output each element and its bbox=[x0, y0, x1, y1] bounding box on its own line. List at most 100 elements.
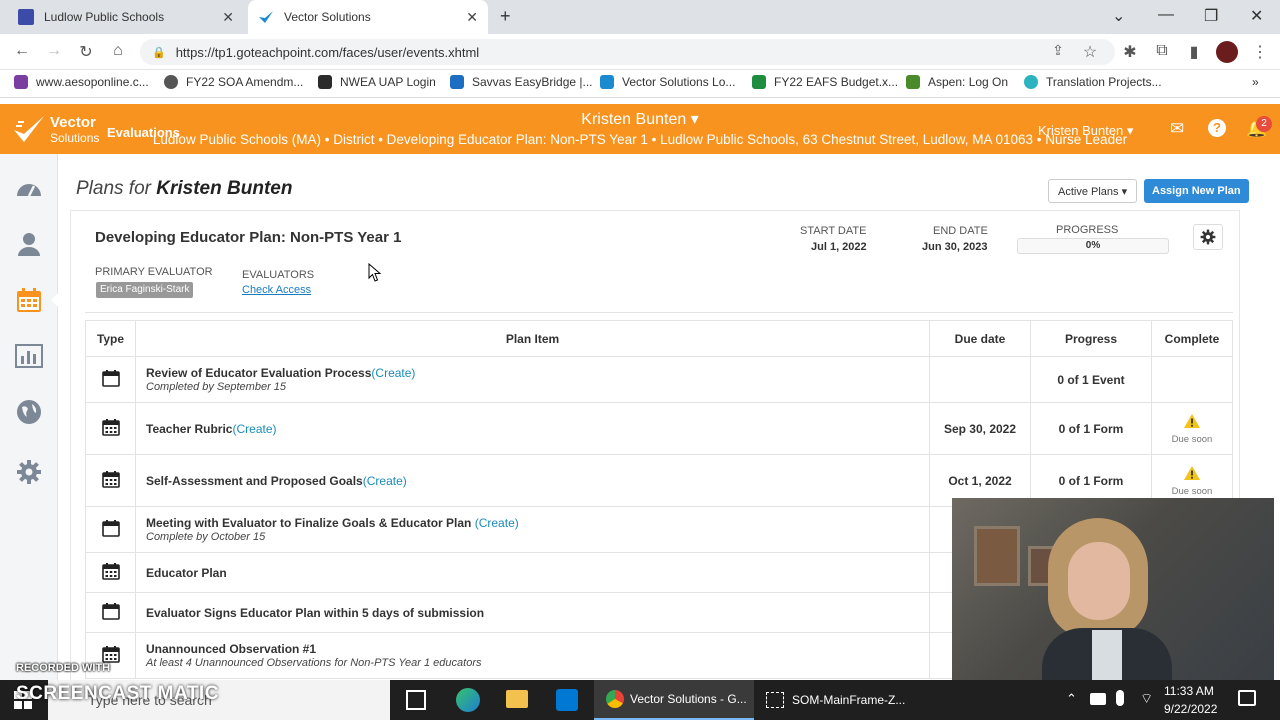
taskbar-date[interactable]: 9/22/2022 bbox=[1164, 702, 1217, 716]
bookmark-item[interactable]: Translation Projects... bbox=[1024, 75, 1162, 89]
file-explorer-icon[interactable] bbox=[506, 690, 528, 708]
chrome-icon bbox=[606, 690, 624, 708]
mail-icon[interactable]: ✉ bbox=[1170, 119, 1184, 139]
window-close-icon[interactable]: ✕ bbox=[1250, 6, 1263, 26]
forward-icon[interactable]: → bbox=[44, 42, 64, 60]
taskbar-app-mainframe[interactable]: SOM-MainFrame-Z... bbox=[756, 680, 916, 720]
new-tab-button[interactable]: + bbox=[500, 6, 511, 27]
browser-toolbar: ← → ↻ ⌂ 🔒 https://tp1.goteachpoint.com/f… bbox=[0, 34, 1280, 70]
side-panel-icon[interactable]: ▮ bbox=[1184, 42, 1204, 62]
column-header-complete[interactable]: Complete bbox=[1151, 320, 1233, 357]
row-plan-item-cell: Evaluator Signs Educator Plan within 5 d… bbox=[135, 592, 930, 633]
bookmark-label: Aspen: Log On bbox=[928, 75, 1009, 89]
sidebar bbox=[0, 154, 59, 684]
bar-chart-icon bbox=[15, 344, 43, 368]
bookmark-item[interactable]: Vector Solutions Lo... bbox=[600, 75, 735, 89]
sidebar-item-reports[interactable] bbox=[0, 328, 58, 384]
edge-icon[interactable] bbox=[456, 688, 480, 712]
bookmarks-overflow[interactable]: » bbox=[1252, 75, 1259, 89]
active-plans-dropdown[interactable]: Active Plans ▾ bbox=[1048, 179, 1138, 203]
create-link[interactable]: (Create) bbox=[232, 422, 276, 436]
sidebar-item-dashboard[interactable] bbox=[0, 160, 58, 216]
mouse-cursor-icon bbox=[368, 263, 382, 282]
page-title-user: Kristen Bunten bbox=[156, 178, 293, 199]
table-row[interactable]: Teacher Rubric(Create) Sep 30, 2022 0 of… bbox=[85, 402, 1233, 455]
aspen-icon bbox=[906, 75, 920, 89]
row-type-cell bbox=[85, 592, 136, 633]
plan-item-name[interactable]: Educator Plan bbox=[146, 566, 227, 580]
start-date-value: Jul 1, 2022 bbox=[811, 241, 867, 253]
tab-vector-solutions[interactable]: Vector Solutions ✕ bbox=[248, 0, 488, 34]
row-plan-item-cell: Review of Educator Evaluation Process(Cr… bbox=[135, 356, 930, 403]
primary-evaluator-label: PRIMARY EVALUATOR bbox=[95, 266, 213, 278]
bookmark-item[interactable]: www.aesoponline.c... bbox=[14, 75, 149, 89]
taskbar-app-chrome[interactable]: Vector Solutions - G... bbox=[594, 680, 754, 720]
restore-icon[interactable]: ❐ bbox=[1204, 6, 1218, 26]
plan-item-name[interactable]: Unannounced Observation #1 bbox=[146, 642, 316, 656]
plan-item-name[interactable]: Self-Assessment and Proposed Goals bbox=[146, 474, 363, 488]
assign-new-plan-button[interactable]: Assign New Plan bbox=[1144, 179, 1249, 203]
bookmark-star-icon[interactable]: ☆ bbox=[1080, 42, 1100, 62]
form-calendar-icon bbox=[101, 471, 120, 488]
create-link[interactable]: (Create) bbox=[471, 516, 519, 530]
address-bar[interactable]: 🔒 https://tp1.goteachpoint.com/faces/use… bbox=[140, 39, 1115, 65]
menu-icon[interactable]: ⋮ bbox=[1250, 42, 1270, 62]
reload-icon[interactable]: ↻ bbox=[76, 42, 96, 62]
battery-icon[interactable] bbox=[1090, 693, 1106, 705]
home-icon[interactable]: ⌂ bbox=[108, 42, 128, 60]
end-date-value: Jun 30, 2023 bbox=[922, 241, 988, 253]
translation-icon bbox=[1024, 75, 1038, 89]
plan-name: Developing Educator Plan: Non-PTS Year 1 bbox=[95, 229, 402, 246]
bookmark-item[interactable]: FY22 EAFS Budget.x... bbox=[752, 75, 898, 89]
row-progress: 0 of 1 Form bbox=[1030, 402, 1152, 455]
sidebar-item-profile[interactable] bbox=[0, 216, 58, 272]
puzzle-icon[interactable]: ⧉ bbox=[1152, 42, 1172, 60]
notification-badge: 2 bbox=[1256, 116, 1272, 132]
sidebar-item-calendar[interactable] bbox=[0, 272, 59, 328]
profile-avatar[interactable] bbox=[1216, 41, 1238, 63]
table-row[interactable]: Review of Educator Evaluation Process(Cr… bbox=[85, 356, 1233, 403]
sidebar-item-globe[interactable] bbox=[0, 384, 58, 440]
tab-search-icon[interactable]: ⌄ bbox=[1112, 6, 1125, 26]
bookmark-item[interactable]: FY22 SOA Amendm... bbox=[164, 75, 303, 89]
tray-chevron-icon[interactable]: ⌃ bbox=[1066, 691, 1077, 707]
back-icon[interactable]: ← bbox=[12, 42, 32, 60]
help-icon[interactable]: ? bbox=[1208, 119, 1226, 137]
column-header-progress[interactable]: Progress bbox=[1030, 320, 1152, 357]
task-view-icon[interactable] bbox=[406, 690, 426, 710]
bookmark-item[interactable]: Aspen: Log On bbox=[906, 75, 1008, 89]
gear-icon bbox=[17, 460, 41, 484]
plan-item-name[interactable]: Meeting with Evaluator to Finalize Goals… bbox=[146, 516, 471, 530]
sidebar-item-settings[interactable] bbox=[0, 444, 58, 500]
lock-icon: 🔒 bbox=[152, 46, 166, 59]
share-icon[interactable]: ⇪ bbox=[1048, 42, 1068, 59]
row-due-date bbox=[929, 356, 1031, 403]
plan-item-name[interactable]: Review of Educator Evaluation Process bbox=[146, 366, 371, 380]
plan-item-name[interactable]: Evaluator Signs Educator Plan within 5 d… bbox=[146, 606, 484, 620]
wall-frame bbox=[974, 526, 1020, 586]
column-header-type[interactable]: Type bbox=[85, 320, 136, 357]
plan-settings-button[interactable] bbox=[1193, 224, 1223, 250]
wifi-icon[interactable]: ⌔ bbox=[1140, 690, 1153, 708]
check-access-link[interactable]: Check Access bbox=[242, 284, 311, 296]
taskbar-time[interactable]: 11:33 AM bbox=[1164, 684, 1214, 698]
minimize-icon[interactable]: — bbox=[1158, 6, 1174, 24]
snipping-icon bbox=[766, 692, 784, 708]
bookmark-item[interactable]: Savvas EasyBridge |... bbox=[450, 75, 593, 89]
nwea-icon bbox=[318, 75, 332, 89]
close-tab-icon[interactable]: ✕ bbox=[466, 9, 478, 26]
store-icon[interactable] bbox=[556, 689, 578, 711]
create-link[interactable]: (Create) bbox=[363, 474, 407, 488]
column-header-due-date[interactable]: Due date bbox=[929, 320, 1031, 357]
extension-icon[interactable]: ✱ bbox=[1120, 42, 1140, 62]
microphone-icon[interactable] bbox=[1116, 690, 1124, 706]
tab-ludlow[interactable]: Ludlow Public Schools ✕ bbox=[8, 0, 244, 34]
plan-item-name[interactable]: Teacher Rubric bbox=[146, 422, 232, 436]
user-menu[interactable]: Kristen Bunten ▾ bbox=[1038, 123, 1133, 139]
create-link[interactable]: (Create) bbox=[371, 366, 415, 380]
divider bbox=[85, 312, 1233, 313]
column-header-plan-item[interactable]: Plan Item bbox=[135, 320, 930, 357]
action-center-icon[interactable] bbox=[1238, 690, 1256, 706]
close-tab-icon[interactable]: ✕ bbox=[222, 9, 234, 26]
bookmark-item[interactable]: NWEA UAP Login bbox=[318, 75, 436, 89]
